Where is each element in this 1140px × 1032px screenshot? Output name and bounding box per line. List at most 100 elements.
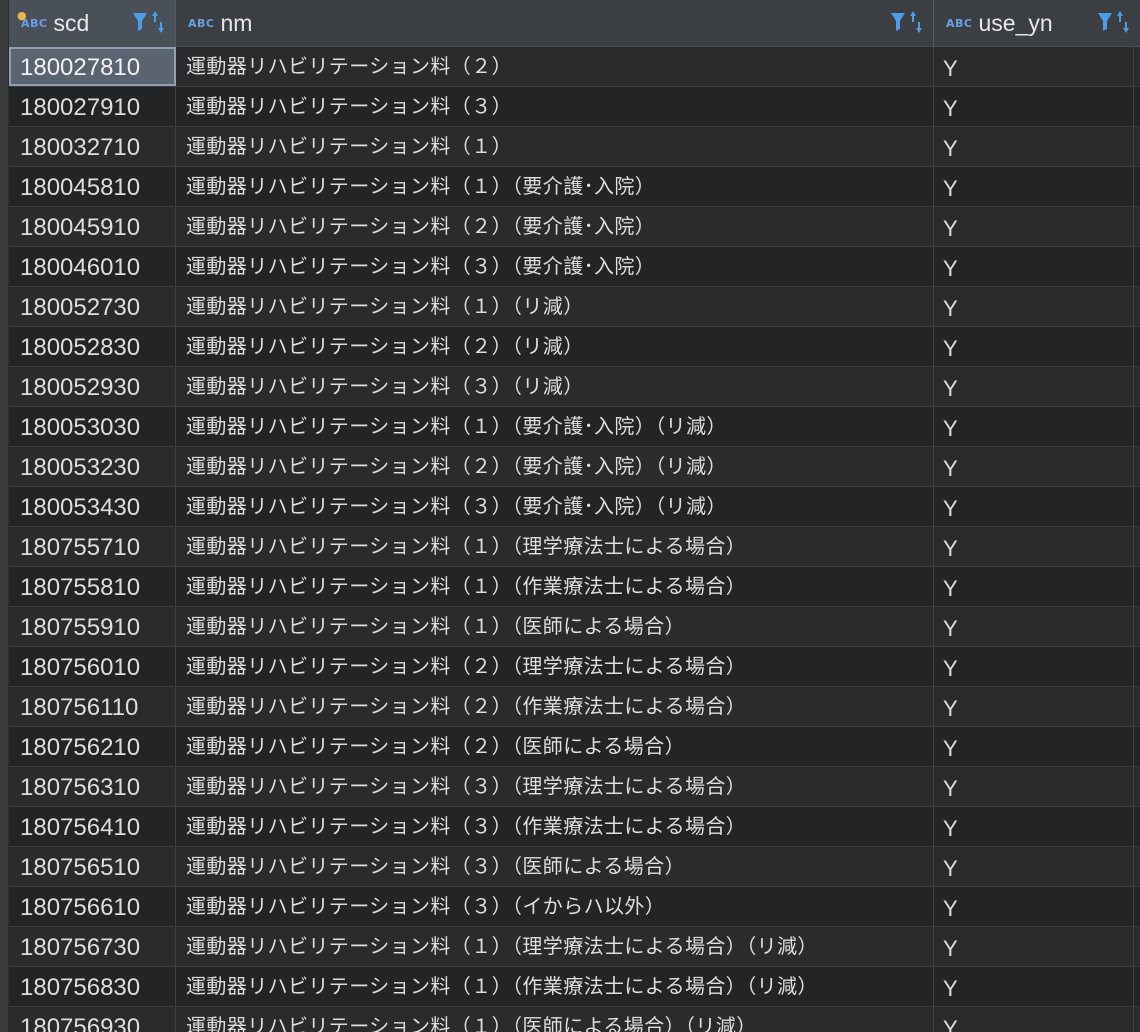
filter-icon[interactable] [889,9,907,35]
sort-icon[interactable] [909,8,923,36]
cell-use-yn[interactable]: Y [934,727,1140,766]
cell-nm[interactable]: 運動器リハビリテーション料（３）（理学療法士による場合） [176,767,934,806]
filter-icon[interactable] [1096,9,1114,35]
cell-scd[interactable]: 180756510 [9,847,176,886]
cell-use-yn[interactable]: Y [934,927,1140,966]
table-row[interactable]: 180755910 運動器リハビリテーション料（１）（医師による場合） Y [9,607,1140,647]
cell-nm[interactable]: 運動器リハビリテーション料（３）（リ減） [176,367,934,406]
cell-nm[interactable]: 運動器リハビリテーション料（２）（リ減） [176,327,934,366]
cell-nm[interactable]: 運動器リハビリテーション料（１） [176,127,934,166]
cell-nm[interactable]: 運動器リハビリテーション料（２）（作業療法士による場合） [176,687,934,726]
cell-use-yn[interactable]: Y [934,887,1140,926]
table-row[interactable]: 180755810 運動器リハビリテーション料（１）（作業療法士による場合） Y [9,567,1140,607]
cell-scd[interactable]: 180756110 [9,687,176,726]
cell-scd[interactable]: 180756730 [9,927,176,966]
cell-use-yn[interactable]: Y [934,447,1140,486]
cell-scd[interactable]: 180045910 [9,207,176,246]
cell-scd[interactable]: 180053030 [9,407,176,446]
table-row[interactable]: 180756010 運動器リハビリテーション料（２）（理学療法士による場合） Y [9,647,1140,687]
cell-scd[interactable]: 180052830 [9,327,176,366]
column-header-use-yn[interactable]: ABC use_yn [934,0,1140,46]
cell-nm[interactable]: 運動器リハビリテーション料（１）（要介護･入院） [176,167,934,206]
table-row[interactable]: 180756610 運動器リハビリテーション料（３）（イからハ以外） Y [9,887,1140,927]
cell-scd[interactable]: 180756930 [9,1007,176,1032]
cell-scd[interactable]: 180027910 [9,87,176,126]
column-header-scd[interactable]: ABC ● scd [9,0,176,46]
table-row[interactable]: 180045810 運動器リハビリテーション料（１）（要介護･入院） Y [9,167,1140,207]
table-row[interactable]: 180032710 運動器リハビリテーション料（１） Y [9,127,1140,167]
cell-scd[interactable]: 180756210 [9,727,176,766]
cell-nm[interactable]: 運動器リハビリテーション料（１）（作業療法士による場合）（リ減） [176,967,934,1006]
cell-scd[interactable]: 180052730 [9,287,176,326]
sort-icon[interactable] [1116,8,1130,36]
cell-scd[interactable]: 180756410 [9,807,176,846]
cell-use-yn[interactable]: Y [934,327,1140,366]
cell-scd[interactable]: 180053230 [9,447,176,486]
filter-icon[interactable] [131,9,149,35]
cell-nm[interactable]: 運動器リハビリテーション料（１）（医師による場合）（リ減） [176,1007,934,1032]
cell-use-yn[interactable]: Y [934,247,1140,286]
cell-nm[interactable]: 運動器リハビリテーション料（３）（作業療法士による場合） [176,807,934,846]
table-row[interactable]: 180052830 運動器リハビリテーション料（２）（リ減） Y [9,327,1140,367]
cell-use-yn[interactable]: Y [934,407,1140,446]
cell-nm[interactable]: 運動器リハビリテーション料（２）（要介護･入院）（リ減） [176,447,934,486]
cell-use-yn[interactable]: Y [934,607,1140,646]
cell-nm[interactable]: 運動器リハビリテーション料（１）（リ減） [176,287,934,326]
table-row[interactable]: 180756930 運動器リハビリテーション料（１）（医師による場合）（リ減） … [9,1007,1140,1032]
table-row[interactable]: 180027910 運動器リハビリテーション料（３） Y [9,87,1140,127]
cell-nm[interactable]: 運動器リハビリテーション料（３） [176,87,934,126]
table-row[interactable]: 180756310 運動器リハビリテーション料（３）（理学療法士による場合） Y [9,767,1140,807]
cell-use-yn[interactable]: Y [934,167,1140,206]
cell-use-yn[interactable]: Y [934,687,1140,726]
table-row[interactable]: 180052730 運動器リハビリテーション料（１）（リ減） Y [9,287,1140,327]
table-row[interactable]: 180046010 運動器リハビリテーション料（３）（要介護･入院） Y [9,247,1140,287]
cell-use-yn[interactable]: Y [934,87,1140,126]
table-row[interactable]: 180755710 運動器リハビリテーション料（１）（理学療法士による場合） Y [9,527,1140,567]
sort-icon[interactable] [151,8,165,36]
cell-nm[interactable]: 運動器リハビリテーション料（１）（理学療法士による場合） [176,527,934,566]
cell-scd[interactable]: 180053430 [9,487,176,526]
cell-nm[interactable]: 運動器リハビリテーション料（２）（理学療法士による場合） [176,647,934,686]
cell-scd[interactable]: 180032710 [9,127,176,166]
cell-use-yn[interactable]: Y [934,847,1140,886]
table-row[interactable]: 180756410 運動器リハビリテーション料（３）（作業療法士による場合） Y [9,807,1140,847]
cell-nm[interactable]: 運動器リハビリテーション料（１）（作業療法士による場合） [176,567,934,606]
cell-nm[interactable]: 運動器リハビリテーション料（１）（要介護･入院）（リ減） [176,407,934,446]
cell-use-yn[interactable]: Y [934,367,1140,406]
cell-scd[interactable]: 180027810 [9,47,176,86]
cell-nm[interactable]: 運動器リハビリテーション料（１）（理学療法士による場合）（リ減） [176,927,934,966]
table-row[interactable]: 180756510 運動器リハビリテーション料（３）（医師による場合） Y [9,847,1140,887]
cell-nm[interactable]: 運動器リハビリテーション料（１）（医師による場合） [176,607,934,646]
cell-nm[interactable]: 運動器リハビリテーション料（３）（要介護･入院）（リ減） [176,487,934,526]
table-row[interactable]: 180756210 運動器リハビリテーション料（２）（医師による場合） Y [9,727,1140,767]
cell-scd[interactable]: 180756610 [9,887,176,926]
cell-scd[interactable]: 180756830 [9,967,176,1006]
cell-nm[interactable]: 運動器リハビリテーション料（３）（医師による場合） [176,847,934,886]
cell-nm[interactable]: 運動器リハビリテーション料（２） [176,47,934,86]
cell-use-yn[interactable]: Y [934,127,1140,166]
table-row[interactable]: 180053430 運動器リハビリテーション料（３）（要介護･入院）（リ減） Y [9,487,1140,527]
table-row[interactable]: 180052930 運動器リハビリテーション料（３）（リ減） Y [9,367,1140,407]
table-row[interactable]: 180053030 運動器リハビリテーション料（１）（要介護･入院）（リ減） Y [9,407,1140,447]
cell-use-yn[interactable]: Y [934,647,1140,686]
cell-use-yn[interactable]: Y [934,287,1140,326]
cell-nm[interactable]: 運動器リハビリテーション料（３）（イからハ以外） [176,887,934,926]
cell-use-yn[interactable]: Y [934,527,1140,566]
cell-use-yn[interactable]: Y [934,967,1140,1006]
cell-use-yn[interactable]: Y [934,1007,1140,1032]
cell-nm[interactable]: 運動器リハビリテーション料（２）（医師による場合） [176,727,934,766]
cell-scd[interactable]: 180756010 [9,647,176,686]
cell-use-yn[interactable]: Y [934,767,1140,806]
cell-scd[interactable]: 180755910 [9,607,176,646]
cell-scd[interactable]: 180046010 [9,247,176,286]
cell-scd[interactable]: 180755810 [9,567,176,606]
cell-use-yn[interactable]: Y [934,47,1140,86]
table-row[interactable]: 180053230 運動器リハビリテーション料（２）（要介護･入院）（リ減） Y [9,447,1140,487]
cell-nm[interactable]: 運動器リハビリテーション料（３）（要介護･入院） [176,247,934,286]
cell-use-yn[interactable]: Y [934,207,1140,246]
cell-use-yn[interactable]: Y [934,487,1140,526]
cell-use-yn[interactable]: Y [934,807,1140,846]
table-row[interactable]: 180045910 運動器リハビリテーション料（２）（要介護･入院） Y [9,207,1140,247]
column-header-nm[interactable]: ABC nm [176,0,934,46]
table-row[interactable]: 180027810 運動器リハビリテーション料（２） Y [9,47,1140,87]
